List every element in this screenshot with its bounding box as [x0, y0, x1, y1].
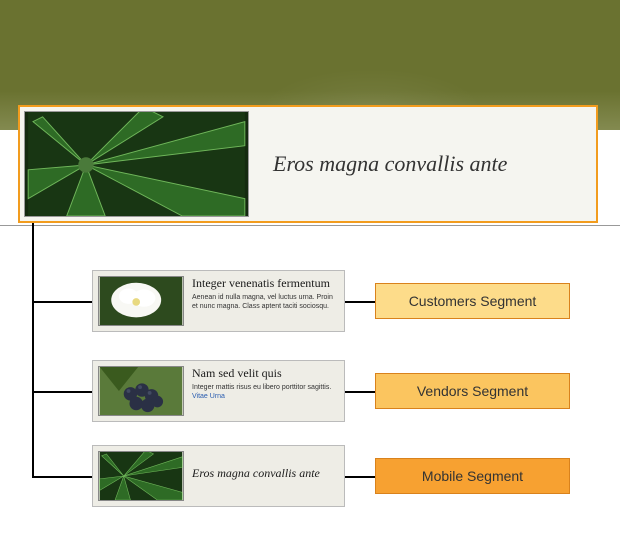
card-item: Eros magna convallis ante — [92, 445, 345, 507]
connector-h1 — [32, 301, 92, 303]
hero-card: Eros magna convallis ante — [18, 105, 598, 223]
divider-line — [0, 225, 620, 226]
connector-seg3 — [345, 476, 375, 478]
connector-h2 — [32, 391, 92, 393]
card-title: Integer venenatis fermentum — [192, 276, 339, 291]
card-item: Nam sed velit quis Integer mattis risus … — [92, 360, 345, 422]
segment-mobile[interactable]: Mobile Segment — [375, 458, 570, 494]
hero-title: Eros magna convallis ante — [253, 107, 596, 221]
hero-image — [24, 111, 249, 217]
card-title: Nam sed velit quis — [192, 366, 339, 381]
card-title: Eros magna convallis ante — [192, 451, 339, 481]
segment-vendors[interactable]: Vendors Segment — [375, 373, 570, 409]
flower-thumb — [98, 276, 184, 326]
connector-h3 — [32, 476, 92, 478]
card-desc: Integer mattis risus eu libero porttitor… — [192, 383, 339, 401]
card-link[interactable]: Vitae Urna — [192, 393, 225, 400]
card-item: Integer venenatis fermentum Aenean id nu… — [92, 270, 345, 332]
connector-seg2 — [345, 391, 375, 393]
connector-vertical — [32, 223, 34, 478]
connector-seg1 — [345, 301, 375, 303]
leaf-icon — [25, 112, 248, 216]
segment-customers[interactable]: Customers Segment — [375, 283, 570, 319]
card-desc: Aenean id nulla magna, vel luctus urna. … — [192, 293, 339, 311]
leaf-thumb — [98, 451, 184, 501]
grapes-thumb — [98, 366, 184, 416]
